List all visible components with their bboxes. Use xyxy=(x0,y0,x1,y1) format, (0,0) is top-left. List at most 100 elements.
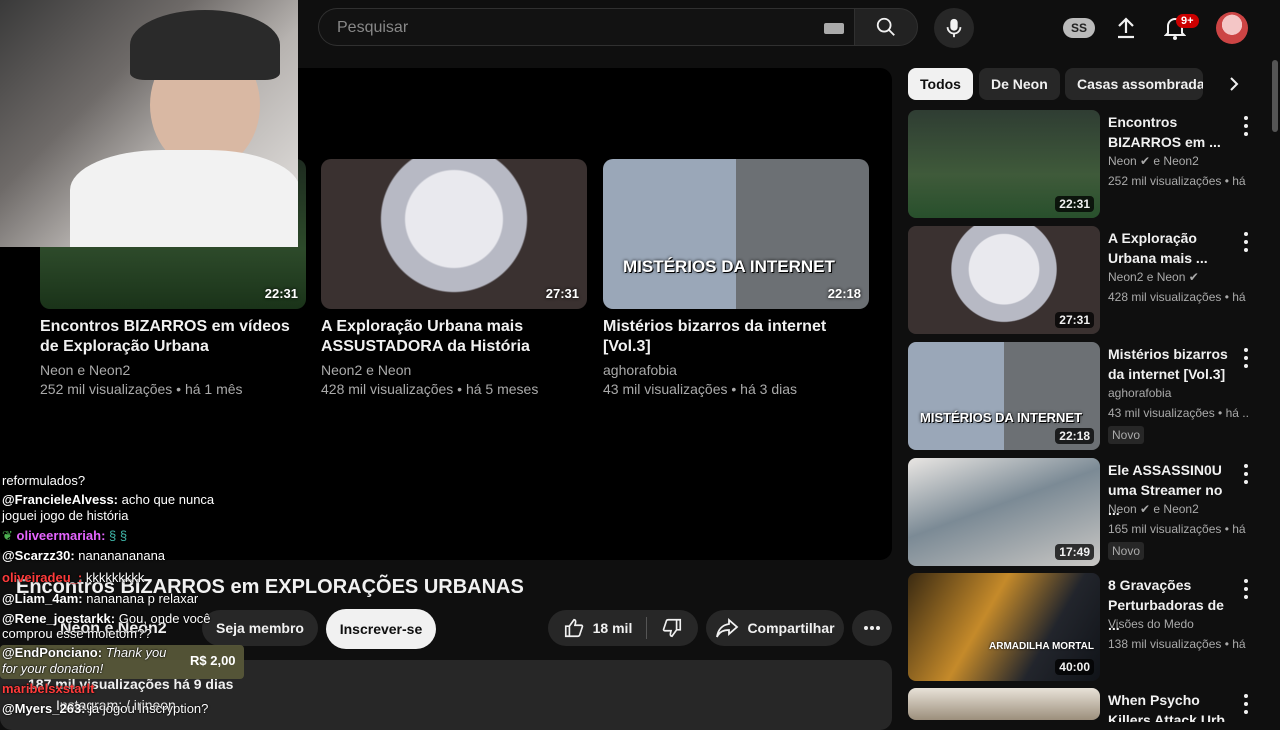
rec-thumbnail[interactable]: ARMADILHA MORTAL 40:00 xyxy=(908,573,1100,681)
search-input[interactable] xyxy=(335,9,809,47)
upload-icon xyxy=(1118,17,1134,39)
end-card[interactable]: 27:31 A Exploração Urbana mais ASSUSTADO… xyxy=(321,159,587,399)
share-label: Compartilhar xyxy=(747,620,835,636)
notification-count-badge: 9+ xyxy=(1176,14,1199,28)
rec-title[interactable]: Encontros BIZARROS em ... xyxy=(1108,112,1232,152)
end-card[interactable]: MISTÉRIOS DA INTERNET 22:18 Mistérios bi… xyxy=(603,159,869,399)
recommendation-item[interactable]: When Psycho Killers Attack Urb... xyxy=(908,688,1280,722)
keyboard-icon[interactable] xyxy=(824,23,844,34)
rec-meta: 252 mil visualizações • há ... xyxy=(1108,174,1248,188)
emote-icon: § § xyxy=(109,528,128,543)
rec-title[interactable]: A Exploração Urbana mais ... xyxy=(1108,228,1232,268)
rec-thumbnail[interactable]: 17:49 xyxy=(908,458,1100,566)
duration-label: 22:31 xyxy=(264,286,298,301)
subscribe-button[interactable]: Inscrever-se xyxy=(326,609,436,649)
like-count: 18 mil xyxy=(592,620,633,636)
thumbnail-caption: MISTÉRIOS DA INTERNET xyxy=(623,257,835,276)
chat-message: joguei jogo de história xyxy=(2,508,128,524)
end-card-title[interactable]: A Exploração Urbana mais ASSUSTADORA da … xyxy=(321,317,587,357)
search-button[interactable] xyxy=(854,8,918,46)
chat-user: oliveiradeu_: xyxy=(2,570,83,585)
chat-text: for your donation! xyxy=(2,661,104,676)
upload-button[interactable] xyxy=(1106,8,1146,48)
avatar[interactable] xyxy=(1216,12,1248,44)
duration-label: 27:31 xyxy=(545,286,579,301)
join-button[interactable]: Seja membro xyxy=(202,610,318,646)
chips-next-button[interactable] xyxy=(1214,64,1254,104)
duration-label: 17:49 xyxy=(1055,544,1094,560)
rec-meta: 138 mil visualizações • há ... xyxy=(1108,637,1248,651)
recommendation-item[interactable]: 17:49 Ele ASSASSIN0U uma Streamer no ...… xyxy=(908,458,1280,566)
ss-badge[interactable]: SS xyxy=(1063,18,1095,38)
rec-meta: 165 mil visualizações • há ... xyxy=(1108,522,1248,536)
chip-de-neon[interactable]: De Neon xyxy=(979,68,1060,100)
chat-message: comprou esse moletom?? xyxy=(2,626,152,642)
chat-user: @Scarzz30: xyxy=(2,548,75,563)
duration-label: 22:18 xyxy=(1055,428,1094,444)
end-card-thumbnail[interactable]: MISTÉRIOS DA INTERNET 22:18 xyxy=(603,159,869,309)
rec-menu-icon[interactable] xyxy=(1242,694,1250,714)
end-card-title[interactable]: Mistérios bizarros da internet [Vol.3] xyxy=(603,317,869,357)
rec-channel: aghorafobia xyxy=(1108,386,1172,400)
rec-channel: Visões do Medo xyxy=(1108,617,1194,631)
recommendation-item[interactable]: 22:31 Encontros BIZARROS em ... Neon ✔ e… xyxy=(908,110,1280,218)
donation-amount: R$ 2,00 xyxy=(190,653,236,668)
recommendation-item[interactable]: ARMADILHA MORTAL 40:00 8 Gravações Pertu… xyxy=(908,573,1280,681)
voice-search-button[interactable] xyxy=(934,8,974,48)
more-actions-button[interactable] xyxy=(852,610,892,646)
chat-message: maribelsxstarlt xyxy=(2,681,95,697)
new-badge: Novo xyxy=(1108,542,1145,560)
duration-label: 22:31 xyxy=(1055,196,1094,212)
rec-menu-icon[interactable] xyxy=(1242,464,1250,484)
chat-user: @Myers_263: xyxy=(2,701,86,716)
chat-message: reformulados? xyxy=(2,473,85,489)
rec-thumbnail[interactable]: 27:31 xyxy=(908,226,1100,334)
chat-message: @Liam_4am: nananana p relaxar xyxy=(2,591,198,607)
chat-user: @Rene_joestarkk: xyxy=(2,611,116,626)
chat-user: oliveermariah: xyxy=(16,528,106,543)
rec-channel: Neon2 e Neon ✔ xyxy=(1108,270,1199,284)
rec-channel: Neon ✔ e Neon2 xyxy=(1108,502,1199,516)
rec-menu-icon[interactable] xyxy=(1242,348,1250,368)
chat-user: @FrancieleAlvess: xyxy=(2,492,119,507)
thumbnail-caption: ARMADILHA MORTAL xyxy=(989,641,1094,652)
rec-title[interactable]: Mistérios bizarros da internet [Vol.3] xyxy=(1108,344,1232,384)
webcam-overlay xyxy=(0,0,298,247)
beanie xyxy=(130,10,280,80)
search-box[interactable] xyxy=(318,8,854,47)
hoodie xyxy=(70,150,298,247)
chip-todos[interactable]: Todos xyxy=(908,68,973,100)
rec-menu-icon[interactable] xyxy=(1242,116,1250,136)
chat-text: Thank you xyxy=(105,645,167,660)
rec-thumbnail[interactable]: 22:31 xyxy=(908,110,1100,218)
more-horizontal-icon xyxy=(864,626,880,630)
share-button[interactable]: Compartilhar xyxy=(706,610,844,646)
rec-channel: Neon ✔ e Neon2 xyxy=(1108,154,1199,168)
end-card-thumbnail[interactable]: 27:31 xyxy=(321,159,587,309)
thumbnail-caption: MISTÉRIOS DA INTERNET xyxy=(920,410,1083,425)
recommendation-item[interactable]: MISTÉRIOS DA INTERNET 22:18 Mistérios bi… xyxy=(908,342,1280,450)
rec-menu-icon[interactable] xyxy=(1242,579,1250,599)
search-icon xyxy=(876,17,895,36)
chat-message: ❦ oliveermariah: § § xyxy=(2,528,127,544)
chat-message: @Rene_joestarkk: Gou, onde você xyxy=(2,611,211,627)
like-button[interactable]: 18 mil xyxy=(563,617,648,639)
recommendation-item[interactable]: 27:31 A Exploração Urbana mais ... Neon2… xyxy=(908,226,1280,334)
chat-text: acho que nunca xyxy=(121,492,215,507)
chat-text: Gou, onde você xyxy=(118,611,211,626)
end-card-meta: 428 mil visualizações • há 5 meses xyxy=(321,381,539,397)
chat-user: @Liam_4am: xyxy=(2,591,83,606)
dislike-button[interactable] xyxy=(647,617,683,639)
end-card-channel: Neon e Neon2 xyxy=(40,362,131,378)
new-badge: Novo xyxy=(1108,426,1145,444)
chip-casas-assombradas[interactable]: Casas assombradas xyxy=(1065,68,1203,100)
rec-title[interactable]: When Psycho Killers Attack Urb... xyxy=(1108,690,1238,722)
chat-user: maribelsxstarlt xyxy=(2,681,95,696)
duration-label: 22:18 xyxy=(827,286,861,301)
rec-thumbnail[interactable]: MISTÉRIOS DA INTERNET 22:18 xyxy=(908,342,1100,450)
chat-text: comprou esse moletom?? xyxy=(2,626,152,641)
end-card-title[interactable]: Encontros BIZARROS em vídeos de Exploraç… xyxy=(40,317,306,357)
rec-menu-icon[interactable] xyxy=(1242,232,1250,252)
rec-thumbnail[interactable] xyxy=(908,688,1100,720)
share-icon xyxy=(716,618,739,638)
